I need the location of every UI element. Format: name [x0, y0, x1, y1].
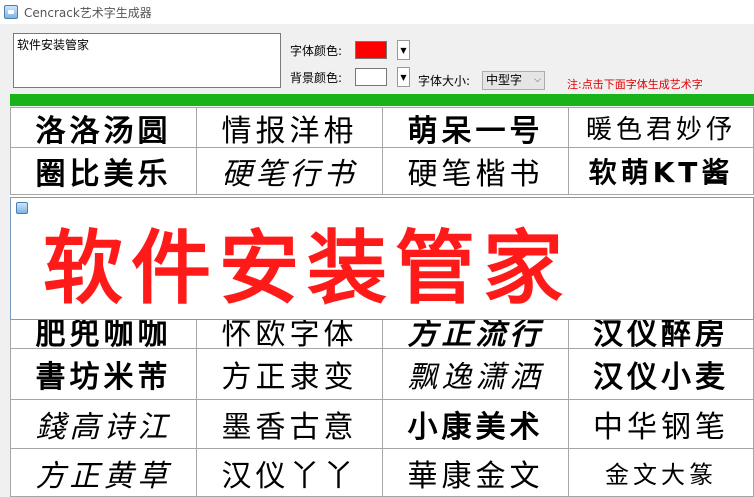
progress-bar — [10, 94, 754, 106]
chevron-down-icon: ▼ — [400, 72, 407, 82]
bg-color-swatch[interactable] — [355, 68, 387, 86]
font-cell[interactable]: 小康美术 — [382, 399, 569, 449]
font-cell[interactable]: 暖色君妙伃 — [568, 107, 754, 148]
hint-text: 注:点击下面字体生成艺术字 — [567, 78, 703, 91]
window-title: Cencrack艺术字生成器 — [24, 5, 152, 20]
font-cell[interactable]: 圈比美乐 — [10, 147, 197, 195]
font-cell[interactable]: 華康金文 — [382, 448, 569, 497]
font-cell[interactable]: 硬笔楷书 — [382, 147, 569, 195]
app-icon — [4, 5, 18, 19]
font-cell[interactable]: 方正隶变 — [196, 348, 383, 400]
preview-window: 软件安装管家 — [10, 197, 754, 320]
font-size-select[interactable]: 中型字 ⌵ — [482, 71, 545, 90]
bg-color-dropdown[interactable]: ▼ — [397, 67, 410, 87]
chevron-down-icon: ▼ — [400, 45, 407, 55]
font-cell[interactable]: 硬笔行书 — [196, 147, 383, 195]
font-cell[interactable]: 飘逸潇洒 — [382, 348, 569, 400]
font-size-value: 中型字 — [486, 73, 523, 87]
font-cell[interactable]: 金文大篆 — [568, 448, 754, 497]
font-cell[interactable]: 書坊米芾 — [10, 348, 197, 400]
font-cell[interactable]: 洛洛汤圆 — [10, 107, 197, 148]
app-icon — [16, 202, 28, 214]
chevron-down-icon: ⌵ — [534, 75, 541, 85]
font-cell[interactable]: 墨香古意 — [196, 399, 383, 449]
font-cell[interactable]: 软萌KT酱 — [568, 147, 754, 195]
preview-text: 软件安装管家 — [43, 221, 571, 315]
font-size-label: 字体大小: — [418, 74, 471, 88]
font-cell[interactable]: 情报洋枏 — [196, 107, 383, 148]
font-cell[interactable]: 萌呆一号 — [382, 107, 569, 148]
font-color-dropdown[interactable]: ▼ — [397, 40, 410, 60]
font-cell[interactable]: 錢高诗江 — [10, 399, 197, 449]
title-bar: Cencrack艺术字生成器 — [0, 0, 754, 24]
font-cell[interactable]: 中华钢笔 — [568, 399, 754, 449]
font-cell[interactable]: 汉仪丫丫 — [196, 448, 383, 497]
text-input[interactable]: 软件安装管家 — [13, 33, 281, 88]
font-cell[interactable]: 方正黄草 — [10, 448, 197, 497]
bg-color-label: 背景颜色: — [290, 71, 343, 85]
app-window: Cencrack艺术字生成器 软件安装管家 字体颜色: ▼ 背景颜色: ▼ 字体… — [0, 0, 754, 497]
font-cell[interactable]: 汉仪小麦 — [568, 348, 754, 400]
font-color-label: 字体颜色: — [290, 44, 343, 58]
font-color-swatch[interactable] — [355, 41, 387, 59]
